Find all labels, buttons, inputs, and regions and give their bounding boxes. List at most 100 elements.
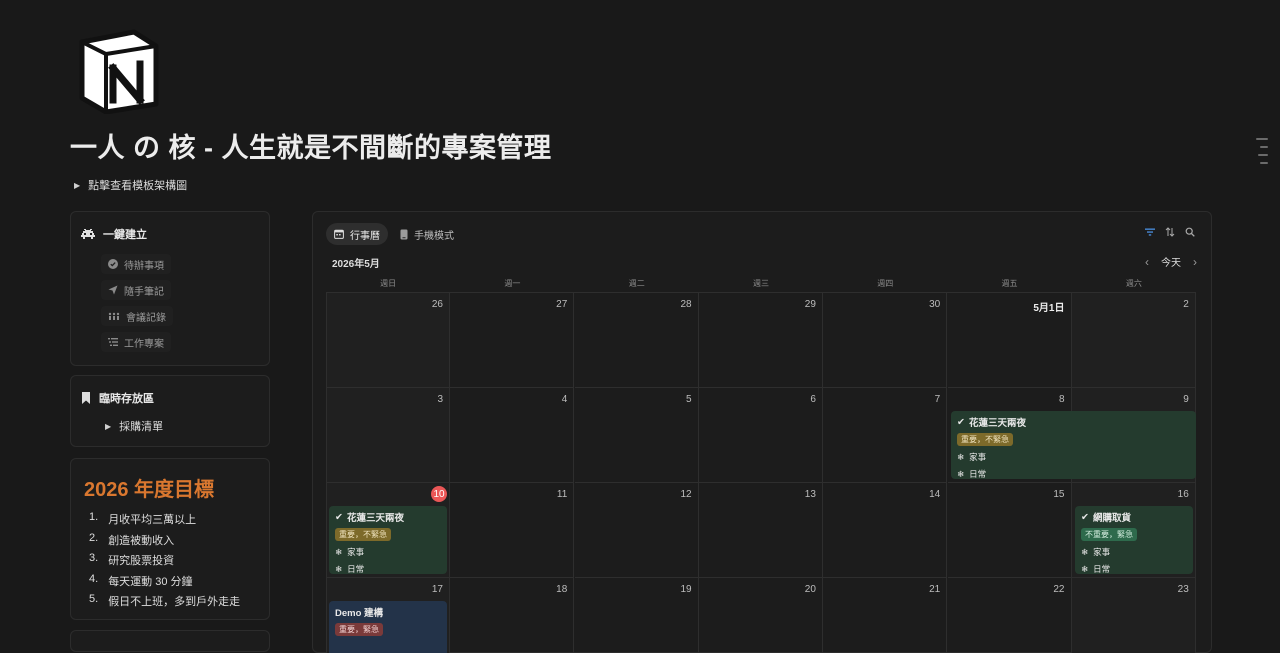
event-title: 花蓮三天兩夜 — [968, 418, 1026, 429]
today-button[interactable]: 今天 — [1161, 254, 1181, 269]
goal-item: 1. 月收平均三萬以上 — [89, 511, 197, 526]
calendar-day-cell[interactable]: 4 — [450, 388, 575, 483]
day-number: 22 — [1053, 584, 1065, 595]
day-number: 13 — [804, 489, 816, 500]
create-meeting-label: 會議記錄 — [126, 312, 166, 324]
calendar-day-cell[interactable]: 7 — [823, 388, 948, 483]
day-number: 7 — [934, 394, 941, 405]
calendar-day-cell[interactable]: 26 — [326, 293, 450, 388]
calendar-day-cell[interactable]: 13 — [698, 483, 823, 578]
sort-icon[interactable] — [1165, 227, 1175, 237]
calendar-day-cell[interactable]: 14 — [823, 483, 948, 578]
event-area: 日常 — [347, 564, 365, 574]
event-card[interactable]: ✔ 花蓮三天兩夜 重要，不緊急 ❄ 家事 ❄ 日常 — [951, 411, 1196, 479]
goal-item: 2. 創造被動收入 — [89, 531, 175, 547]
day-number: 30 — [929, 299, 941, 310]
check-circle-icon: ✔ — [335, 511, 343, 523]
day-number: 26 — [431, 299, 443, 310]
calendar-day-cell[interactable]: 12 — [574, 483, 699, 578]
quick-create-title: 一鍵建立 — [103, 229, 147, 241]
quick-create-panel: 一鍵建立 待辦事項 隨手筆記 會議記錄 工作專案 — [70, 211, 270, 366]
day-number: 3 — [437, 394, 443, 405]
tab-mobile-label: 手機模式 — [414, 230, 454, 242]
calendar-day-cell[interactable]: 21 — [823, 578, 948, 653]
paper-plane-icon — [108, 285, 118, 295]
event-category: 家事 — [347, 547, 365, 557]
filter-icon[interactable] — [1145, 227, 1155, 237]
snowflake-icon: ❄ — [1081, 563, 1089, 574]
purchase-list-label: 採購清單 — [119, 421, 164, 433]
create-note-label: 隨手筆記 — [124, 286, 164, 298]
calendar-day-cell[interactable]: 18 — [450, 578, 575, 653]
goal-item: 5. 假日不上班，多到戶外走走 — [89, 593, 241, 608]
calendar-day-cell[interactable]: 19 — [575, 578, 699, 653]
prev-month-icon[interactable]: ‹ — [1145, 255, 1149, 269]
calendar-view: 行事曆 手機模式 2026年5月 ‹ 今天 › 週日 週一 週二 週三 週四 週… — [312, 211, 1212, 653]
template-toggle[interactable]: ▶ 點擊查看模板架構圖 — [74, 177, 187, 193]
calendar-day-cell[interactable]: 11 — [450, 483, 575, 578]
day-number: 2 — [1183, 299, 1189, 310]
next-panel — [70, 630, 270, 652]
priority-tag: 不重要，緊急 — [1081, 528, 1137, 541]
check-circle-icon — [108, 259, 118, 269]
tab-calendar[interactable]: 行事曆 — [326, 223, 388, 245]
calendar-day-cell[interactable]: 30 — [823, 293, 948, 388]
month-label: 2026年5月 — [332, 259, 380, 270]
event-area: 日常 — [1093, 564, 1111, 574]
calendar-day-cell[interactable]: 27 — [450, 293, 575, 388]
calendar-day-cell[interactable]: 5月1日 — [947, 293, 1072, 388]
event-area: 日常 — [969, 469, 987, 479]
calendar-day-cell[interactable]: 29 — [698, 293, 823, 388]
create-project-button[interactable]: 工作專案 — [101, 332, 171, 352]
page-title: 一人 の 核 - 人生就是不間斷的專案管理 — [70, 133, 552, 163]
calendar-day-cell[interactable]: 28 — [574, 293, 699, 388]
event-category: 家事 — [1093, 547, 1111, 557]
priority-tag: 重要，不緊急 — [335, 528, 391, 541]
today-day-number: 10 — [431, 486, 447, 502]
calendar-day-cell[interactable]: 5 — [574, 388, 699, 483]
weekday-label: 週六 — [1125, 279, 1142, 288]
event-card[interactable]: Demo 建構 重要，緊急 — [329, 601, 447, 653]
day-number: 28 — [680, 299, 692, 310]
calendar-day-cell[interactable]: 20 — [699, 578, 823, 653]
event-card[interactable]: ✔ 花蓮三天兩夜 重要，不緊急 ❄ 家事 ❄ 日常 — [329, 506, 447, 574]
create-note-button[interactable]: 隨手筆記 — [101, 280, 171, 300]
day-number: 18 — [556, 584, 568, 595]
day-number: 15 — [1053, 489, 1065, 500]
snowflake-icon: ❄ — [335, 563, 343, 574]
phone-icon — [400, 229, 408, 239]
bookmark-icon — [82, 392, 90, 404]
calendar-icon — [334, 229, 344, 239]
day-number: 9 — [1183, 394, 1189, 405]
page-outline-icon[interactable] — [1256, 138, 1268, 170]
calendar-grid: 23 22 21 20 19 18 17 16 15 14 13 12 11 10 9 8 7 6 5 4 3 2 5月1日… — [326, 292, 1196, 653]
create-todo-button[interactable]: 待辦事項 — [101, 254, 171, 274]
toggle-triangle-icon[interactable]: ▶ — [105, 422, 111, 431]
people-icon — [108, 312, 120, 320]
calendar-day-cell[interactable]: 3 — [326, 388, 450, 483]
toggle-triangle-icon[interactable]: ▶ — [74, 181, 80, 190]
create-todo-label: 待辦事項 — [124, 260, 164, 272]
event-card[interactable]: ✔ 網購取貨 不重要，緊急 ❄ 家事 ❄ 日常 — [1075, 506, 1193, 574]
day-number: 11 — [556, 489, 568, 500]
check-circle-icon: ✔ — [957, 416, 965, 428]
calendar-day-cell[interactable]: 15 — [947, 483, 1072, 578]
calendar-day-cell[interactable]: 22 — [948, 578, 1072, 653]
temp-storage-title: 臨時存放區 — [99, 393, 154, 405]
create-meeting-button[interactable]: 會議記錄 — [101, 306, 173, 326]
priority-tag: 重要，緊急 — [335, 623, 383, 636]
search-icon[interactable] — [1185, 227, 1195, 237]
day-number: 16 — [1177, 489, 1189, 500]
calendar-day-cell[interactable]: 2 — [1071, 293, 1196, 388]
calendar-day-cell[interactable]: 23 — [1071, 578, 1196, 653]
next-month-icon[interactable]: › — [1193, 255, 1197, 269]
weekday-label: 週日 — [380, 279, 397, 288]
day-number: 23 — [1177, 584, 1189, 595]
list-icon — [108, 338, 118, 346]
purchase-list-toggle[interactable]: ▶ 採購清單 — [105, 418, 163, 434]
tab-mobile[interactable]: 手機模式 — [392, 223, 462, 245]
calendar-day-cell[interactable]: 6 — [698, 388, 823, 483]
weekday-label: 週二 — [628, 279, 645, 288]
day-number: 17 — [431, 584, 443, 595]
day-number: 20 — [804, 584, 816, 595]
